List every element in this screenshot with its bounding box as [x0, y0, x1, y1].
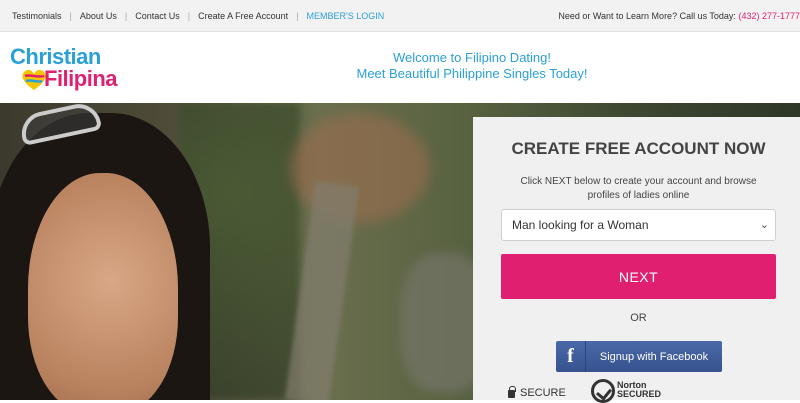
- nav-separator: |: [124, 10, 128, 21]
- site-logo[interactable]: Christian Filipina: [8, 42, 132, 94]
- nav-testimonials[interactable]: Testimonials: [12, 11, 62, 21]
- call-us-text: Need or Want to Learn More? Call us Toda…: [558, 11, 736, 21]
- norton-check-icon: [591, 379, 615, 403]
- nav-separator: |: [69, 10, 72, 21]
- top-bar: Testimonials | About Us | Contact Us | C…: [0, 0, 800, 32]
- signup-panel: CREATE FREE ACCOUNT NOW Click NEXT below…: [473, 117, 800, 403]
- nav-separator: |: [296, 10, 299, 21]
- norton-badge[interactable]: Norton SECURED: [591, 379, 661, 403]
- chevron-down-icon: ⌄: [759, 219, 769, 231]
- welcome-line-2: Meet Beautiful Philippine Singles Today!: [356, 66, 588, 81]
- nav-separator: |: [187, 10, 191, 21]
- secure-label: SECURE: [520, 387, 566, 399]
- next-button[interactable]: NEXT: [501, 254, 776, 299]
- logo-text-filipina: Filipina: [44, 66, 118, 91]
- norton-label-bottom: SECURED: [617, 389, 662, 399]
- phone-link[interactable]: (432) 277-1777: [738, 11, 800, 21]
- facebook-signup-label: Signup with Facebook: [599, 350, 709, 363]
- secure-badge: SECURE: [508, 386, 566, 399]
- nav-contact-us[interactable]: Contact Us: [135, 11, 180, 21]
- header: Christian Filipina Welcome to Filipino D…: [0, 32, 800, 103]
- nav-about-us[interactable]: About Us: [80, 11, 117, 21]
- lock-icon: [508, 386, 516, 398]
- welcome-message: Welcome to Filipino Dating! Meet Beautif…: [320, 50, 624, 82]
- facebook-signup-button[interactable]: f Signup with Facebook: [556, 341, 722, 372]
- woman-face: [28, 173, 178, 400]
- signup-title: CREATE FREE ACCOUNT NOW: [511, 139, 766, 158]
- top-nav: Testimonials | About Us | Contact Us | C…: [0, 11, 384, 21]
- facebook-icon: f: [556, 341, 586, 372]
- norton-label: Norton SECURED: [617, 381, 661, 399]
- nav-create-account[interactable]: Create A Free Account: [198, 11, 288, 21]
- seeking-select-value: Man looking for a Woman: [512, 218, 649, 232]
- call-us: Need or Want to Learn More? Call us Toda…: [558, 11, 800, 21]
- signup-subtitle: Click NEXT below to create your account …: [520, 176, 757, 201]
- seeking-select[interactable]: Man looking for a Woman ⌄: [501, 209, 776, 241]
- welcome-line-1: Welcome to Filipino Dating!: [393, 50, 551, 65]
- or-divider: OR: [630, 312, 647, 324]
- nav-members-login[interactable]: MEMBER'S LOGIN: [307, 11, 385, 21]
